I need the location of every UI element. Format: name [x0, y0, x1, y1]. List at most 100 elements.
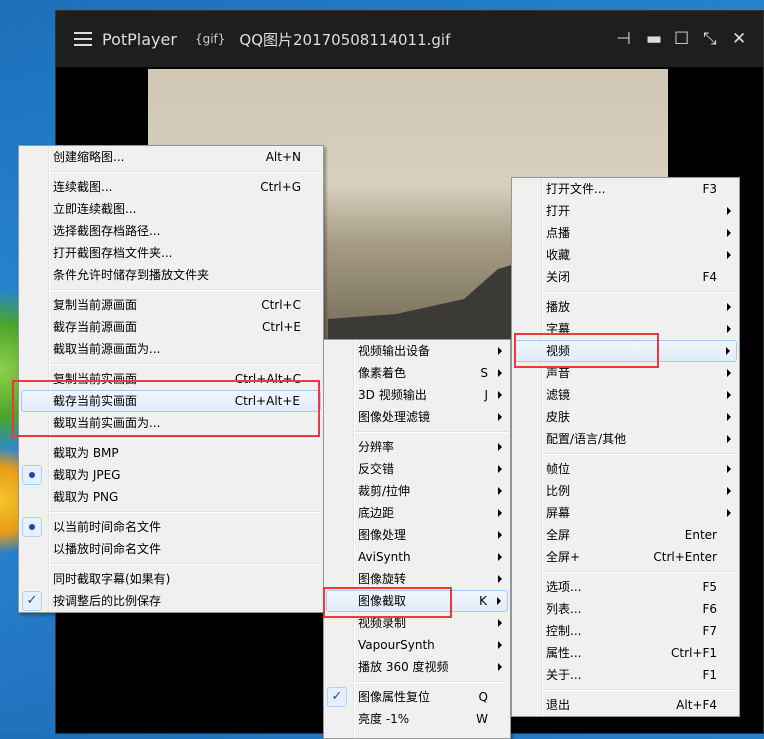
menu-item[interactable]: 截存当前源画面 Ctrl+E: [19, 316, 323, 338]
submenu-arrow-icon: [498, 531, 502, 539]
menu-item-shortcut: Ctrl+F1: [671, 646, 717, 660]
menu-item[interactable]: 亮度 -1% W: [324, 708, 510, 730]
menu-item[interactable]: 图像处理滤镜: [324, 406, 510, 428]
submenu-arrow-icon: [498, 413, 502, 421]
menu-item[interactable]: ✓ 按调整后的比例保存: [19, 590, 323, 612]
submenu-arrow-icon: [726, 347, 730, 355]
menu-item[interactable]: 3D 视频输出 J: [324, 384, 510, 406]
menu-item-shortcut: Q: [478, 690, 488, 704]
menu-item[interactable]: 打开文件... F3: [512, 178, 739, 200]
menu-item[interactable]: 截取为 PNG: [19, 486, 323, 508]
menu-separator: [324, 678, 510, 686]
menu-item[interactable]: 滤镜: [512, 384, 739, 406]
menu-item[interactable]: 关于... F1: [512, 664, 739, 686]
menu-item[interactable]: 播放 360 度视频: [324, 656, 510, 678]
menu-item[interactable]: ✓ 图像属性复位 Q: [324, 686, 510, 708]
menu-item-label: 截取为 JPEG: [53, 468, 121, 482]
menu-item[interactable]: 底边距: [324, 502, 510, 524]
menu-item-label: 全屏: [546, 528, 571, 542]
checkmark-icon: ✓: [22, 591, 42, 611]
menu-item[interactable]: 关闭 F4: [512, 266, 739, 288]
menu-item[interactable]: 截取为 BMP: [19, 442, 323, 464]
menu-item[interactable]: 截取为 JPEG: [19, 464, 323, 486]
menu-item[interactable]: 立即连续截图...: [19, 198, 323, 220]
menu-item[interactable]: 全屏+ Ctrl+Enter: [512, 546, 739, 568]
submenu-arrow-icon: [727, 369, 731, 377]
menu-item[interactable]: VapourSynth: [324, 634, 510, 656]
menu-item[interactable]: 分辨率: [324, 436, 510, 458]
menu-item-label: 立即连续截图...: [53, 202, 137, 216]
menu-item[interactable]: 全屏 Enter: [512, 524, 739, 546]
menu-separator: [512, 686, 739, 694]
close-icon[interactable]: ✕: [732, 29, 746, 49]
menu-separator: [19, 560, 323, 568]
submenu-arrow-icon: [727, 229, 731, 237]
menu-item-label: VapourSynth: [358, 638, 435, 652]
submenu-arrow-icon: [727, 251, 731, 259]
fullscreen-icon[interactable]: ⤡: [703, 29, 717, 49]
menu-item-shortcut: K: [479, 594, 487, 608]
menu-item[interactable]: 视频输出设备: [324, 340, 510, 362]
menu-item-label: 底边距: [358, 506, 395, 520]
menu-item-shortcut: Ctrl+C: [261, 298, 301, 312]
menu-item[interactable]: AviSynth: [324, 546, 510, 568]
menu-item-label: 3D 视频输出: [358, 388, 427, 402]
menu-item[interactable]: 像素着色 S: [324, 362, 510, 384]
menu-item[interactable]: 点播: [512, 222, 739, 244]
menu-item[interactable]: 连续截图... Ctrl+G: [19, 176, 323, 198]
menu-item[interactable]: 复制当前源画面 Ctrl+C: [19, 294, 323, 316]
submenu-arrow-icon: [727, 303, 731, 311]
menu-item[interactable]: 皮肤: [512, 406, 739, 428]
radio-dot-icon: [22, 465, 42, 485]
menu-item[interactable]: 属性... Ctrl+F1: [512, 642, 739, 664]
menu-item[interactable]: 播放: [512, 296, 739, 318]
minimize-icon[interactable]: ▬: [646, 29, 662, 49]
submenu-arrow-icon: [498, 391, 502, 399]
menu-item[interactable]: 配置/语言/其他: [512, 428, 739, 450]
menu-item[interactable]: 比例: [512, 480, 739, 502]
menu-item[interactable]: 以当前时间命名文件: [19, 516, 323, 538]
menu-item-label: 像素着色: [358, 366, 407, 380]
menu-item[interactable]: 截取当前源画面为...: [19, 338, 323, 360]
submenu-arrow-icon: [727, 207, 731, 215]
annotation-box-image-capture: [323, 587, 452, 618]
submenu-arrow-icon: [727, 465, 731, 473]
menu-item[interactable]: 退出 Alt+F4: [512, 694, 739, 716]
menu-item[interactable]: 帧位: [512, 458, 739, 480]
submenu-arrow-icon: [498, 465, 502, 473]
hamburger-menu-icon[interactable]: [74, 32, 92, 46]
menu-item[interactable]: 控制... F7: [512, 620, 739, 642]
menu-item[interactable]: 选项... F5: [512, 576, 739, 598]
menu-item[interactable]: 以播放时间命名文件: [19, 538, 323, 560]
menu-item[interactable]: 列表... F6: [512, 598, 739, 620]
submenu-arrow-icon: [498, 369, 502, 377]
menu-item-label: 选项...: [546, 580, 582, 594]
menu-item-label: 退出: [546, 698, 571, 712]
menu-item[interactable]: 条件允许时储存到播放文件夹: [19, 264, 323, 286]
menu-item[interactable]: 反交错: [324, 458, 510, 480]
radio-dot-icon: [22, 517, 42, 537]
submenu-arrow-icon: [498, 487, 502, 495]
menu-item-label: 比例: [546, 484, 571, 498]
menu-item[interactable]: 收藏: [512, 244, 739, 266]
menu-item-label: 属性...: [546, 646, 582, 660]
pin-icon[interactable]: ⊣: [616, 29, 631, 49]
video-submenu: 视频输出设备 像素着色 S 3D 视频输出 J 图像处理滤镜 分辨率反交错裁剪/拉伸底边距图…: [323, 339, 511, 739]
menu-item[interactable]: 打开截图存档文件夹...: [19, 242, 323, 264]
maximize-icon[interactable]: ☐: [674, 29, 689, 49]
menu-item[interactable]: 裁剪/拉伸: [324, 480, 510, 502]
menu-item[interactable]: 创建缩略图... Alt+N: [19, 146, 323, 168]
menu-item[interactable]: 图像处理: [324, 524, 510, 546]
menu-item-shortcut: Alt+F4: [676, 698, 717, 712]
menu-item-label: 以当前时间命名文件: [53, 520, 162, 534]
menu-item[interactable]: 屏幕: [512, 502, 739, 524]
menu-item[interactable]: 同时截取字幕(如果有): [19, 568, 323, 590]
submenu-arrow-icon: [727, 325, 731, 333]
menu-item-label: 反交错: [358, 462, 395, 476]
capture-submenu: 创建缩略图... Alt+N 连续截图... Ctrl+G 立即连续截图... 选择截图存…: [18, 145, 324, 613]
menu-item-label: 播放 360 度视频: [358, 660, 449, 674]
menu-item[interactable]: 打开: [512, 200, 739, 222]
menu-item[interactable]: 选择截图存档路径...: [19, 220, 323, 242]
menu-item-label: 点播: [546, 226, 571, 240]
menu-separator: [512, 450, 739, 458]
